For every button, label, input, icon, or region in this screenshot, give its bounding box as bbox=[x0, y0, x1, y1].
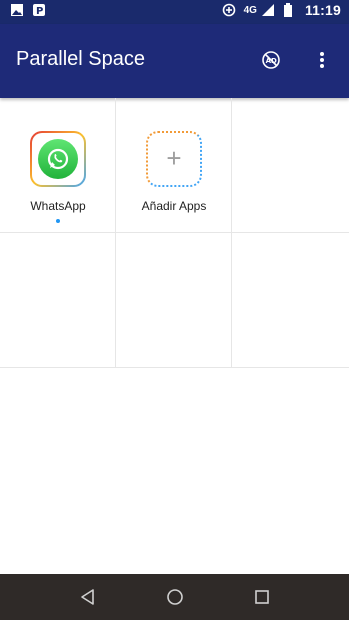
image-icon bbox=[10, 3, 24, 17]
navigation-bar bbox=[0, 574, 349, 620]
empty-tile bbox=[116, 233, 232, 368]
app-label: WhatsApp bbox=[30, 199, 86, 213]
battery-icon bbox=[283, 3, 297, 17]
empty-tile bbox=[232, 98, 349, 233]
home-button[interactable] bbox=[166, 588, 184, 606]
parking-icon: P bbox=[32, 3, 46, 17]
no-ads-icon: AD bbox=[260, 51, 282, 75]
running-indicator bbox=[56, 219, 60, 223]
add-apps-tile[interactable]: + Añadir Apps bbox=[116, 98, 232, 233]
more-options-button[interactable] bbox=[311, 49, 333, 71]
app-bar: Parallel Space AD bbox=[0, 24, 349, 98]
status-bar: P 4G 11:19 bbox=[0, 0, 349, 24]
network-type: 4G bbox=[243, 4, 257, 16]
svg-text:AD: AD bbox=[266, 57, 277, 65]
signal-icon bbox=[261, 3, 275, 17]
plus-icon: + bbox=[166, 143, 182, 173]
recents-icon bbox=[253, 590, 271, 610]
empty-tile bbox=[232, 233, 349, 368]
app-tile-whatsapp[interactable]: WhatsApp bbox=[0, 98, 116, 233]
app-label: Añadir Apps bbox=[141, 199, 207, 213]
back-button[interactable] bbox=[79, 588, 97, 606]
back-icon bbox=[79, 589, 97, 610]
data-saver-icon bbox=[222, 3, 236, 17]
app-grid: WhatsApp + Añadir Apps bbox=[0, 98, 349, 368]
app-title: Parallel Space bbox=[16, 48, 145, 70]
whatsapp-icon[interactable] bbox=[30, 131, 86, 187]
more-vert-icon bbox=[311, 52, 333, 75]
svg-text:P: P bbox=[36, 6, 43, 17]
recents-button[interactable] bbox=[253, 588, 271, 606]
home-icon bbox=[166, 589, 184, 610]
empty-tile bbox=[0, 233, 116, 368]
add-icon[interactable]: + bbox=[146, 131, 202, 187]
no-ads-button[interactable]: AD bbox=[260, 49, 282, 71]
clock: 11:19 bbox=[304, 2, 341, 18]
